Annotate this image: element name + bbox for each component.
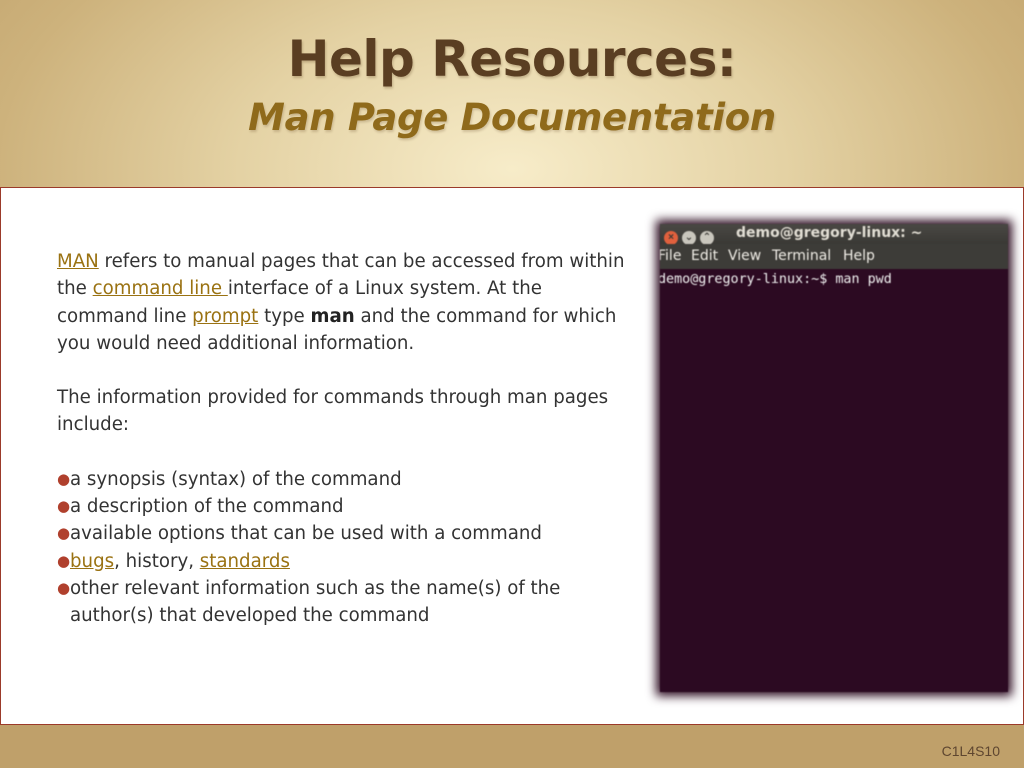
slide-code: C1L4S10 xyxy=(941,743,1000,759)
bullet-icon: ● xyxy=(57,524,71,543)
menu-file[interactable]: File xyxy=(660,248,681,264)
list-item: ● available options that can be used with… xyxy=(57,520,627,547)
terminal-prompt-line: demo@gregory-linux:~$ man pwd xyxy=(660,272,892,287)
prompt-link[interactable]: prompt xyxy=(192,306,258,327)
info-paragraph: The information provided for commands th… xyxy=(57,387,609,436)
bullet-text: a synopsis (syntax) of the command xyxy=(70,468,402,490)
info-bullet-list: ● a synopsis (syntax) of the command ● a d… xyxy=(57,466,627,630)
man-command-bold: man xyxy=(310,305,355,327)
man-link[interactable]: MAN xyxy=(57,251,99,272)
slide-title: Help Resources: xyxy=(287,30,737,88)
bullet-text: a description of the command xyxy=(70,496,344,518)
bullet-icon: ● xyxy=(57,497,71,516)
intro-text-3: type xyxy=(258,305,311,327)
menu-terminal[interactable]: Terminal xyxy=(772,248,831,264)
list-item: ● a description of the command xyxy=(57,493,627,520)
slide-subtitle: Man Page Documentation xyxy=(248,96,776,139)
command-line-link[interactable]: command line xyxy=(93,278,228,299)
menu-view[interactable]: View xyxy=(728,248,761,264)
bullet-icon: ● xyxy=(57,578,71,597)
body-text: MAN refers to manual pages that can be a… xyxy=(57,248,627,630)
terminal-window-title: demo@gregory-linux: ~ xyxy=(736,225,923,241)
bugs-link[interactable]: bugs xyxy=(70,551,114,572)
list-item: ● a synopsis (syntax) of the command xyxy=(57,466,627,493)
bullet-icon: ● xyxy=(57,551,71,570)
window-buttons: × ⌄ ⌃ xyxy=(664,227,718,245)
list-item: ● bugs, history, standards xyxy=(57,548,627,575)
menu-edit[interactable]: Edit xyxy=(691,248,718,264)
terminal-screenshot: × ⌄ ⌃ demo@gregory-linux: ~ File Edit View… xyxy=(660,224,1008,692)
maximize-icon[interactable]: ⌃ xyxy=(700,231,714,245)
menu-help[interactable]: Help xyxy=(843,248,875,264)
intro-paragraph: MAN refers to manual pages that can be a… xyxy=(57,248,627,357)
slide-title-block: Help Resources: Man Page Documentation xyxy=(0,28,1024,146)
bullet-icon: ● xyxy=(57,469,71,488)
close-icon[interactable]: × xyxy=(664,231,678,245)
bullet-text: other relevant information such as the n… xyxy=(70,577,561,627)
terminal-menubar: File Edit View Terminal Help xyxy=(660,244,1008,269)
minimize-icon[interactable]: ⌄ xyxy=(682,231,696,245)
bullet-text: available options that can be used with … xyxy=(70,523,542,545)
standards-link[interactable]: standards xyxy=(200,551,290,572)
bullet-text: , history, xyxy=(114,550,200,572)
terminal-titlebar: × ⌄ ⌃ demo@gregory-linux: ~ xyxy=(660,224,1008,245)
list-item: ● other relevant information such as the … xyxy=(57,575,627,630)
